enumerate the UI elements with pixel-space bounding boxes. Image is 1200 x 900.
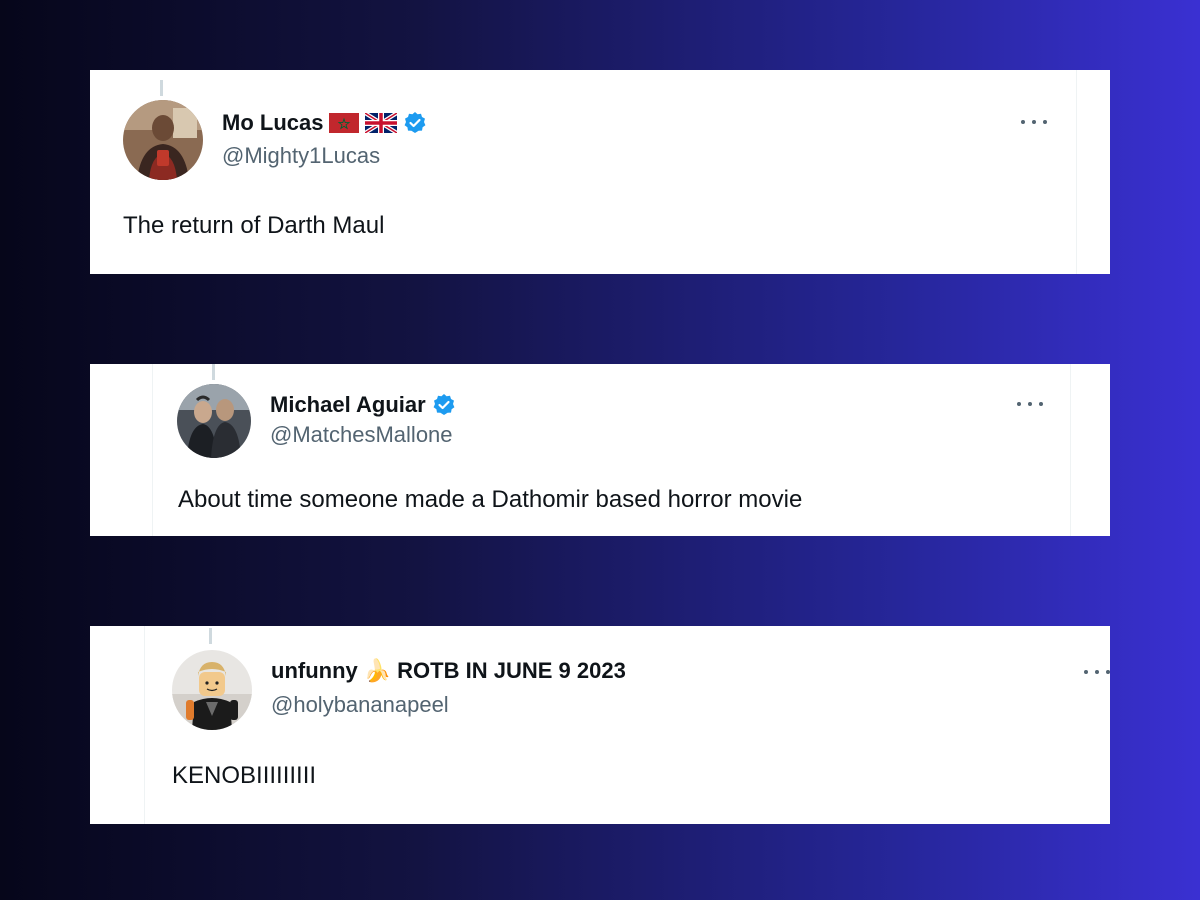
name-row: Michael Aguiar [270,392,456,418]
tweet-text: KENOBIIIIIIIII [172,762,317,789]
avatar[interactable] [123,100,203,180]
display-name[interactable]: Mo Lucas [222,110,323,136]
name-row: Mo Lucas [222,110,427,136]
tweet-text: The return of Darth Maul [123,212,385,239]
banana-emoji-icon: 🍌 [363,658,392,683]
card-divider [1076,70,1077,274]
thread-connector [160,80,163,96]
more-options-icon[interactable] [1084,668,1110,676]
display-name[interactable]: Michael Aguiar [270,392,426,418]
tweet-card-3[interactable]: unfunny 🍌 ROTB IN JUNE 9 2023 @holybanan… [90,626,1110,824]
avatar[interactable] [172,650,252,730]
tweet-text: About time someone made a Dathomir based… [178,486,803,513]
user-handle[interactable]: @holybananapeel [271,692,449,718]
card-divider [152,364,153,536]
display-name[interactable]: unfunny [271,658,358,684]
thread-connector [209,628,212,644]
tweet-card-1[interactable]: Mo Lucas @Mighty1Lucas The return of Dar… [90,70,1110,274]
display-name-suffix[interactable]: ROTB IN JUNE 9 2023 [397,658,626,684]
avatar[interactable] [177,384,251,458]
user-handle[interactable]: @MatchesMallone [270,422,453,448]
more-options-icon[interactable] [1021,118,1047,126]
uk-flag-icon [365,113,398,133]
morocco-flag-icon [329,113,360,133]
user-handle[interactable]: @Mighty1Lucas [222,143,380,169]
thread-connector [212,364,215,380]
verified-badge-icon [405,112,426,133]
card-divider [1070,364,1071,536]
tweet-card-2[interactable]: Michael Aguiar @MatchesMallone About tim… [90,364,1110,536]
verified-badge-icon [433,394,455,415]
card-divider [144,626,145,824]
name-row: unfunny 🍌 ROTB IN JUNE 9 2023 [271,658,626,684]
more-options-icon[interactable] [1017,400,1043,408]
